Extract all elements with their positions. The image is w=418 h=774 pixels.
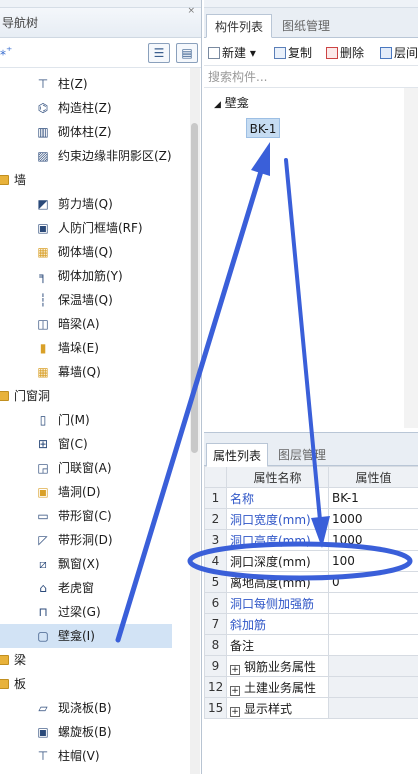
folder-icon: [0, 655, 9, 665]
curtain-wall-icon: ▦: [37, 365, 49, 379]
tree-view-button[interactable]: ▤: [176, 43, 198, 63]
strip-window-icon: ▭: [37, 509, 49, 523]
tab-layer-management[interactable]: 图层管理: [272, 443, 332, 467]
table-row[interactable]: 8 备注: [204, 634, 418, 656]
component-tabs: 构件列表 图纸管理: [204, 8, 418, 38]
structural-column-icon: ⌬: [37, 101, 49, 115]
component-group-niche[interactable]: ◢ 壁龛: [214, 94, 249, 111]
component-panel: 构件列表 图纸管理 新建 ▾ 复制 删除 层间 搜索构件... ◢ 壁龛 BK-…: [204, 0, 418, 774]
nav-toolbar: ⁎⁺ ☰ ▤: [0, 38, 201, 68]
shear-wall-icon: ◩: [37, 197, 49, 211]
panel-top-strip: [204, 0, 418, 8]
collapse-triangle-icon[interactable]: ◢: [214, 100, 221, 110]
table-row-highlighted[interactable]: 4 洞口深度(mm) 100: [204, 550, 418, 572]
component-scrollbar[interactable]: [404, 88, 418, 428]
table-row[interactable]: 6 洞口每侧加强筋: [204, 592, 418, 614]
component-toolbar: 新建 ▾ 复制 删除 层间: [204, 38, 418, 66]
properties-panel: 属性列表 图层管理 属性名称 属性值 1 名称 BK-1 2 洞口宽度(mm) 1000…: [204, 432, 418, 719]
delete-button[interactable]: 删除: [326, 44, 364, 61]
component-item-bk1[interactable]: BK-1: [246, 118, 280, 138]
nav-title: 导航树: [0, 8, 201, 38]
masonry-wall-icon: ▦: [37, 245, 49, 259]
spiral-slab-icon: ▣: [37, 725, 49, 739]
expand-collapse-icon[interactable]: ⁎⁺: [0, 44, 12, 58]
tab-component-list[interactable]: 构件列表: [206, 14, 273, 38]
table-row[interactable]: 9 + 钢筋业务属性: [204, 655, 418, 677]
masonry-rebar-icon: ╕: [39, 269, 47, 283]
table-row[interactable]: 7 斜加筋: [204, 613, 418, 635]
wall-pier-icon: ▮: [39, 341, 47, 355]
table-row[interactable]: 12 + 土建业务属性: [204, 676, 418, 698]
component-tree: ◢ 壁龛 BK-1: [204, 88, 418, 428]
panel-top-strip: [0, 0, 201, 8]
table-row[interactable]: 3 洞口高度(mm) 1000: [204, 529, 418, 551]
insulation-wall-icon: ┆: [39, 293, 47, 307]
door-window-icon: ◲: [37, 461, 49, 475]
close-icon[interactable]: ×: [187, 6, 195, 16]
column-header-num: [204, 466, 227, 488]
property-tabs: 属性列表 图层管理: [204, 432, 418, 467]
expand-icon[interactable]: +: [230, 706, 240, 717]
nav-item-niche[interactable]: ▢ 壁龛(I): [0, 624, 172, 648]
table-row[interactable]: 1 名称 BK-1: [204, 487, 418, 509]
table-row[interactable]: 2 洞口宽度(mm) 1000: [204, 508, 418, 530]
cast-slab-icon: ▱: [38, 701, 48, 715]
floor-copy-button[interactable]: 层间: [380, 44, 418, 61]
column-icon: ⊤: [37, 77, 49, 91]
delete-icon: [326, 47, 338, 59]
column-header-name: 属性名称: [226, 466, 329, 488]
folder-icon: [0, 679, 9, 689]
column-cap-icon: ⊤: [37, 749, 49, 763]
bay-window-icon: ⧄: [39, 557, 47, 571]
folder-icon: [0, 175, 9, 185]
copy-button[interactable]: 复制: [274, 44, 312, 61]
table-row[interactable]: 15 + 显示样式: [204, 697, 418, 719]
floor-icon: [380, 47, 392, 59]
nav-scrollbar-thumb[interactable]: [191, 123, 198, 453]
new-icon: [208, 47, 220, 59]
copy-icon: [274, 47, 286, 59]
list-view-button[interactable]: ☰: [148, 43, 170, 63]
folder-icon: [0, 391, 9, 401]
new-button[interactable]: 新建 ▾: [208, 44, 256, 61]
lintel-icon: ⊓: [38, 605, 48, 619]
column-header-value: 属性值: [328, 466, 418, 488]
wall-opening-icon: ▣: [37, 485, 49, 499]
civil-defense-wall-icon: ▣: [37, 221, 49, 235]
niche-icon: ▢: [37, 629, 49, 643]
masonry-column-icon: ▥: [37, 125, 49, 139]
property-table: 属性名称 属性值 1 名称 BK-1 2 洞口宽度(mm) 1000 3 洞口高度(mm)…: [204, 466, 418, 719]
dormer-window-icon: ⌂: [39, 581, 47, 595]
expand-icon[interactable]: +: [230, 664, 240, 675]
expand-icon[interactable]: +: [230, 685, 240, 696]
hidden-beam-icon: ◫: [37, 317, 49, 331]
constraint-edge-icon: ▨: [37, 149, 49, 163]
nav-scrollbar[interactable]: [190, 68, 200, 774]
tab-drawing-management[interactable]: 图纸管理: [274, 14, 338, 38]
window-icon: ⊞: [37, 437, 49, 451]
navigation-tree-panel: × 导航树 ⁎⁺ ☰ ▤ ⊤ 柱(Z) ⌬ 构造柱(Z) ▥ 砌体柱(Z) ▨ 约束边缘…: [0, 0, 202, 774]
tab-property-list[interactable]: 属性列表: [206, 443, 269, 467]
component-search-input[interactable]: 搜索构件...: [204, 66, 418, 88]
strip-opening-icon: ◸: [38, 533, 48, 547]
table-header-row: 属性名称 属性值: [204, 466, 418, 488]
table-row[interactable]: 5 离地高度(mm) 0: [204, 571, 418, 593]
door-icon: ▯: [39, 413, 47, 427]
